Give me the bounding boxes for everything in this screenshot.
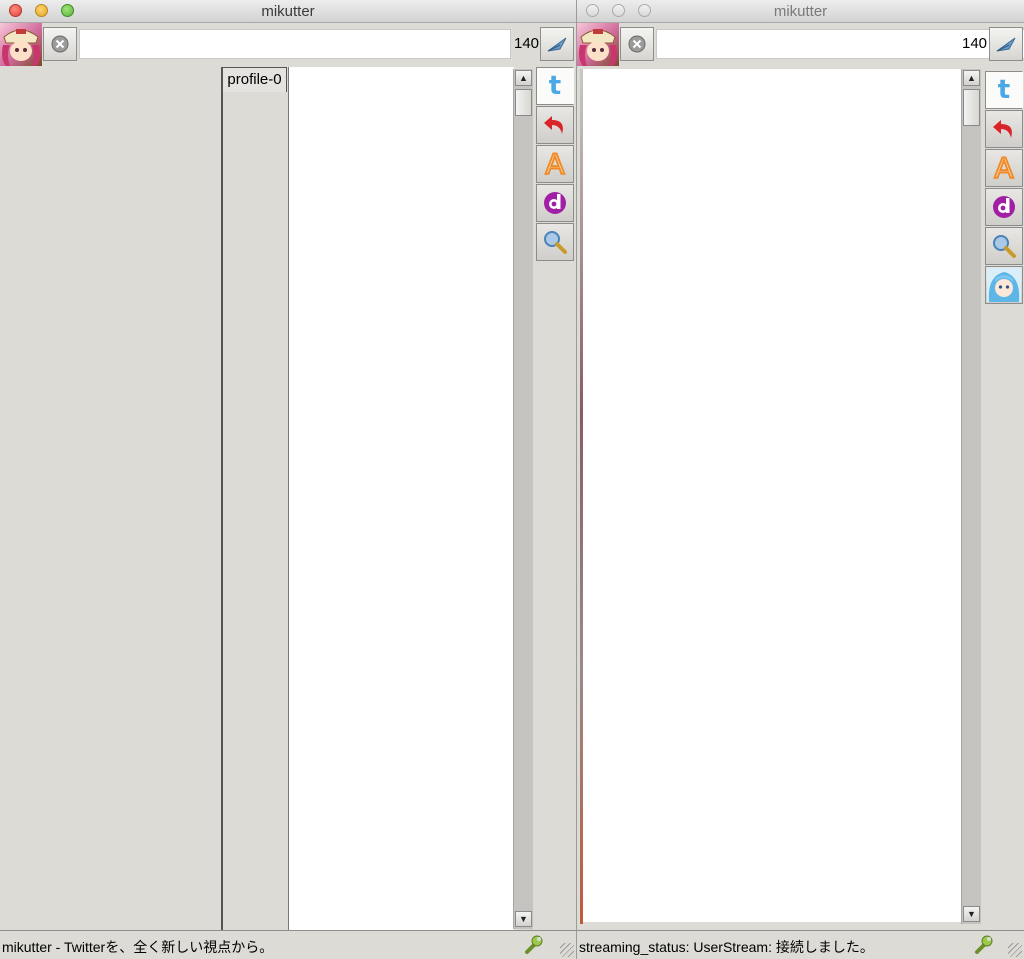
- left-mikutter-window: mikutter 140 profile-0 ▲ ▼ t A mikutter …: [0, 0, 576, 959]
- right-main-area: ▲ ▼ t A: [577, 67, 1024, 929]
- scroll-thumb[interactable]: [515, 89, 532, 116]
- scroll-down-arrow[interactable]: ▼: [515, 911, 532, 927]
- search-magnifier-icon: [993, 235, 1016, 258]
- window-title: mikutter: [773, 3, 828, 20]
- right-timeline[interactable]: [583, 69, 961, 922]
- status-message: mikutter - Twitterを、全く新しい視点から。: [2, 939, 274, 955]
- left-timeline[interactable]: [288, 67, 514, 930]
- cancel-icon: [51, 35, 69, 53]
- settings-wrench-icon[interactable]: [973, 934, 995, 956]
- tab-profile-0[interactable]: profile-0: [222, 67, 287, 92]
- tab-user-profile[interactable]: [985, 266, 1023, 304]
- scroll-down-arrow[interactable]: ▼: [963, 906, 980, 922]
- right-mikutter-window: mikutter 140 ▲ ▼ t A streaming_status: U…: [576, 0, 1024, 959]
- tab-direct-messages[interactable]: [536, 184, 574, 222]
- character-count: 140: [962, 35, 988, 52]
- cancel-icon: [628, 35, 646, 53]
- post-button[interactable]: [540, 27, 574, 61]
- tab-search[interactable]: [536, 223, 574, 261]
- character-count: 140: [514, 35, 540, 52]
- cancel-post-button[interactable]: [620, 27, 654, 61]
- reply-arrow-icon: [544, 116, 563, 134]
- user-avatar-icon[interactable]: [577, 23, 619, 66]
- search-magnifier-icon: [544, 231, 567, 254]
- letter-a-icon: A: [993, 151, 1014, 186]
- right-timeline-scrollbar[interactable]: ▲ ▼: [961, 69, 981, 924]
- window-resize-grip[interactable]: [1008, 943, 1022, 957]
- post-input[interactable]: [79, 29, 511, 59]
- left-status-bar: mikutter - Twitterを、全く新しい視点から。: [0, 930, 576, 959]
- user-avatar-icon[interactable]: [0, 23, 42, 66]
- tab-home-timeline[interactable]: t: [536, 67, 574, 105]
- tab-direct-messages[interactable]: [985, 188, 1023, 226]
- window-resize-grip[interactable]: [560, 943, 574, 957]
- tab-mentions[interactable]: [536, 106, 574, 144]
- feather-pen-icon: [996, 37, 1016, 52]
- post-toolbar: 140: [577, 23, 1024, 67]
- scroll-up-arrow[interactable]: ▲: [963, 70, 980, 86]
- left-empty-pane: [0, 67, 222, 930]
- status-message: streaming_status: UserStream: 接続しました。: [579, 939, 874, 955]
- post-toolbar: 140: [0, 23, 576, 67]
- left-main-area: profile-0 ▲ ▼ t A: [0, 67, 576, 930]
- tab-activity[interactable]: A: [536, 145, 574, 183]
- tab-activity[interactable]: A: [985, 149, 1023, 187]
- cancel-post-button[interactable]: [43, 27, 77, 61]
- feather-pen-icon: [547, 37, 567, 52]
- user-avatar-icon: [987, 268, 1021, 302]
- profile-side-panel: [222, 92, 287, 930]
- left-title-bar[interactable]: mikutter: [0, 0, 576, 23]
- d-icon: [544, 192, 566, 214]
- letter-a-icon: A: [544, 147, 565, 182]
- left-timeline-scrollbar[interactable]: ▲ ▼: [513, 69, 533, 929]
- window-title: mikutter: [261, 3, 315, 20]
- post-button[interactable]: [989, 27, 1023, 61]
- settings-wrench-icon[interactable]: [523, 934, 545, 956]
- scroll-thumb[interactable]: [963, 89, 980, 126]
- twitter-bird-icon: t: [997, 75, 1011, 105]
- reply-arrow-icon: [993, 120, 1012, 138]
- left-tab-strip: t A: [536, 67, 576, 930]
- scroll-up-arrow[interactable]: ▲: [515, 70, 532, 86]
- tab-mentions[interactable]: [985, 110, 1023, 148]
- twitter-bird-icon: t: [548, 71, 562, 101]
- tab-search[interactable]: [985, 227, 1023, 265]
- d-icon: [993, 196, 1015, 218]
- right-tab-strip: t A: [985, 71, 1024, 926]
- right-status-bar: streaming_status: UserStream: 接続しました。: [577, 930, 1024, 959]
- tab-home-timeline[interactable]: t: [985, 71, 1023, 109]
- right-title-bar[interactable]: mikutter: [577, 0, 1024, 23]
